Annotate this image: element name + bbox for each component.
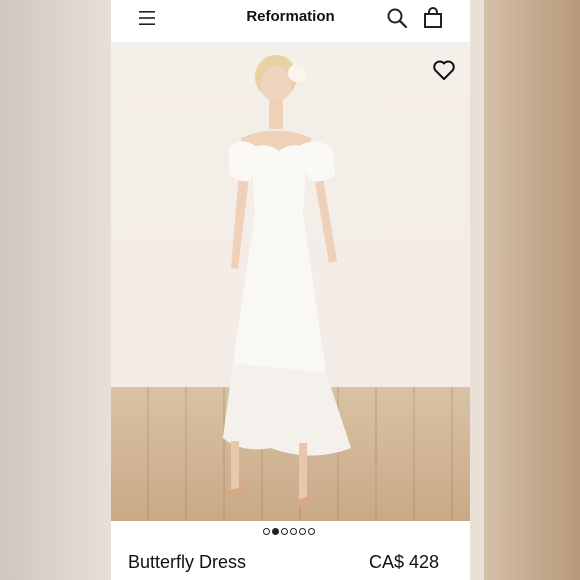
- top-navigation-bar: Reformation: [111, 0, 470, 43]
- carousel-dot[interactable]: [308, 528, 315, 535]
- app-screen: Reformation Butterfly Dress CA$ 428: [111, 0, 470, 580]
- brand-logo[interactable]: Reformation: [111, 8, 470, 25]
- carousel-indicator: [263, 528, 315, 535]
- blurred-backdrop-left: [0, 0, 111, 580]
- carousel-dot[interactable]: [299, 528, 306, 535]
- carousel-dot-active[interactable]: [272, 528, 279, 535]
- carousel-dot[interactable]: [263, 528, 270, 535]
- heart-icon[interactable]: [432, 59, 456, 81]
- search-icon[interactable]: [386, 7, 408, 29]
- carousel-dot[interactable]: [281, 528, 288, 535]
- model-in-dress-illustration: [223, 55, 351, 507]
- carousel-dot[interactable]: [290, 528, 297, 535]
- product-name: Butterfly Dress: [128, 552, 247, 572]
- shopping-bag-icon[interactable]: [423, 7, 443, 29]
- blurred-backdrop-right: [470, 0, 580, 580]
- product-price: CA$ 428: [369, 552, 440, 572]
- product-image[interactable]: [111, 43, 470, 521]
